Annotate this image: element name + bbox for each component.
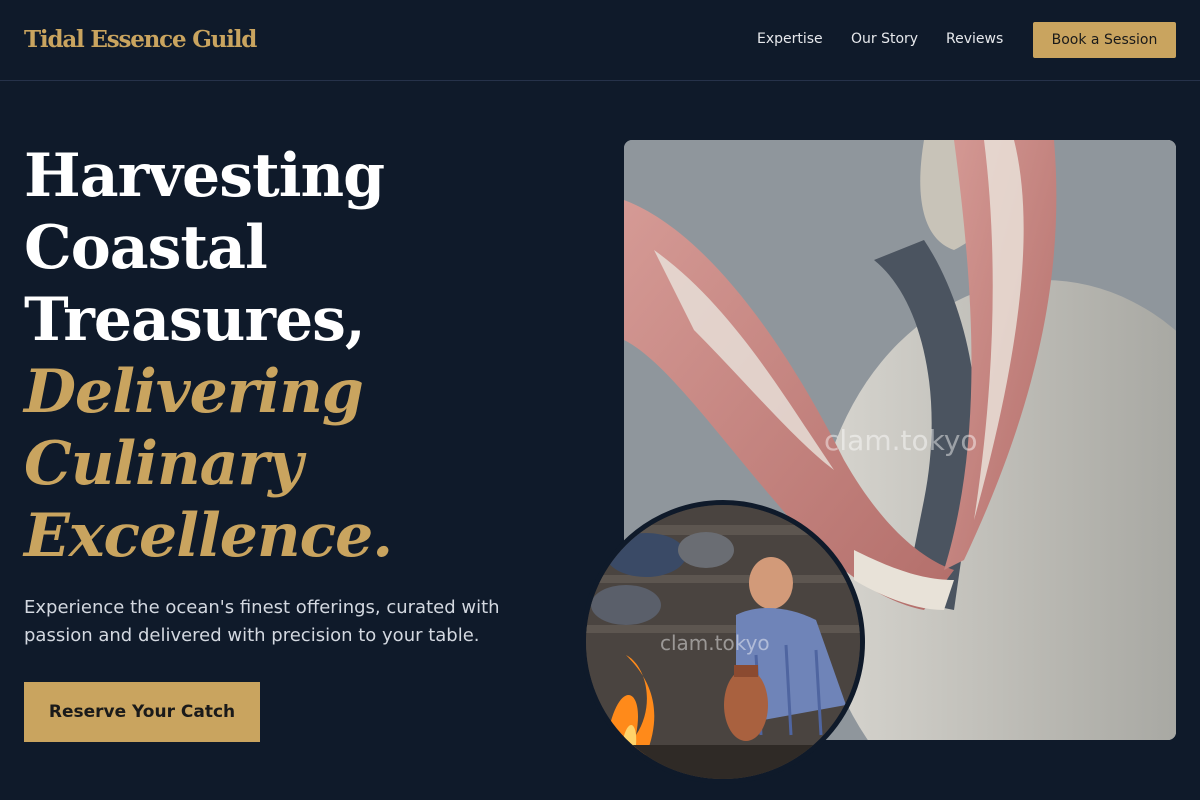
brand-logo[interactable]: Tidal Essence Guild <box>24 26 257 53</box>
watermark-text: clam.tokyo <box>824 424 978 457</box>
hero-title-line: Harvesting <box>24 141 385 211</box>
reserve-catch-button[interactable]: Reserve Your Catch <box>24 682 260 742</box>
nav-link-our-story[interactable]: Our Story <box>851 31 918 47</box>
hero-title-line: Coastal <box>24 213 268 283</box>
nav-link-expertise[interactable]: Expertise <box>757 31 823 47</box>
hero-title-line: Treasures, <box>24 285 366 355</box>
hero-accent-line: Culinary <box>24 429 303 499</box>
craftsman-portrait-image: clam.tokyo <box>581 500 865 784</box>
hero-subtitle: Experience the ocean's finest offerings,… <box>24 597 500 646</box>
watermark-text: clam.tokyo <box>660 631 770 655</box>
book-session-button[interactable]: Book a Session <box>1033 22 1176 58</box>
hero-title: Harvesting Coastal Treasures, Delivering… <box>24 140 584 572</box>
hero-accent-line: Delivering <box>24 357 364 427</box>
nav-link-reviews[interactable]: Reviews <box>946 31 1003 47</box>
hero-accent-line: Excellence. <box>24 501 393 571</box>
top-navbar: Tidal Essence Guild Expertise Our Story … <box>0 0 1200 81</box>
